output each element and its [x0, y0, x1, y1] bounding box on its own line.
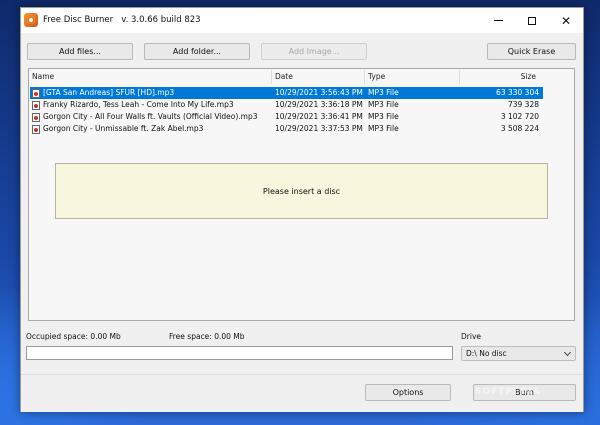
file-name: Franky Rizardo, Tess Leah - Come Into My…: [43, 100, 234, 109]
insert-disc-notice: Please insert a disc: [55, 163, 548, 219]
space-usage-bar: [26, 346, 453, 360]
free-space-label: Free space: 0.00 Mb: [169, 332, 245, 341]
mp3-file-icon: [32, 113, 40, 122]
close-button[interactable]: ✕: [549, 8, 583, 33]
column-header-type[interactable]: Type: [365, 69, 457, 85]
file-row[interactable]: Gorgon City - All Four Walls ft. Vaults …: [30, 111, 543, 123]
minimize-button[interactable]: [481, 8, 515, 33]
drive-select-value: D:\ No disc: [466, 349, 507, 358]
file-size: 3 508 224: [500, 124, 539, 133]
app-name: Free Disc Burner: [43, 15, 114, 25]
disc-burner-app-icon: [24, 13, 38, 27]
app-version: v. 3.0.66 build 823: [121, 15, 201, 25]
app-window: Free Disc Burner v. 3.0.66 build 823 ✕ A…: [20, 7, 584, 412]
column-header-size[interactable]: Size: [460, 69, 540, 85]
file-type: MP3 File: [368, 124, 399, 133]
mp3-file-icon: [32, 125, 40, 134]
mp3-file-icon: [32, 101, 40, 110]
add-folder-button[interactable]: Add folder...: [144, 43, 250, 60]
file-date: 10/29/2021 3:37:53 PM: [275, 124, 363, 133]
quick-erase-button[interactable]: Quick Erase: [487, 43, 576, 60]
column-header-name[interactable]: Name: [29, 69, 270, 85]
file-size: 63 330 304: [496, 88, 539, 97]
file-date: 10/29/2021 3:36:41 PM: [275, 112, 363, 121]
window-title: Free Disc Burner v. 3.0.66 build 823: [43, 15, 201, 25]
chevron-down-icon: [563, 348, 572, 357]
file-date: 10/29/2021 3:36:18 PM: [275, 100, 363, 109]
file-name: Gorgon City - Unmissable ft. Zak Abel.mp…: [43, 124, 204, 133]
file-row[interactable]: Franky Rizardo, Tess Leah - Come Into My…: [30, 99, 543, 111]
drive-select[interactable]: D:\ No disc: [461, 346, 576, 361]
mp3-file-icon: [32, 89, 40, 98]
file-type: MP3 File: [368, 88, 399, 97]
file-size: 739 328: [507, 100, 539, 109]
file-size: 3 102 720: [500, 112, 539, 121]
drive-label: Drive: [461, 332, 481, 341]
options-button[interactable]: Options: [365, 384, 451, 401]
column-header-date[interactable]: Date: [272, 69, 364, 85]
file-type: MP3 File: [368, 100, 399, 109]
file-list[interactable]: Name Date Type Size [GTA San Andreas] SF…: [28, 68, 575, 321]
close-icon: ✕: [560, 13, 572, 28]
watermark: SOFTPEDIA: [475, 387, 541, 397]
maximize-button[interactable]: [515, 8, 549, 33]
title-bar[interactable]: Free Disc Burner v. 3.0.66 build 823 ✕: [21, 8, 583, 33]
add-image-button[interactable]: Add Image...: [261, 43, 367, 60]
file-name: [GTA San Andreas] SFUR [HD].mp3: [43, 88, 175, 97]
add-files-button[interactable]: Add files...: [27, 43, 133, 60]
file-row[interactable]: [GTA San Andreas] SFUR [HD].mp3 10/29/20…: [30, 87, 543, 99]
file-type: MP3 File: [368, 112, 399, 121]
file-date: 10/29/2021 3:56:43 PM: [275, 88, 363, 97]
file-name: Gorgon City - All Four Walls ft. Vaults …: [43, 112, 258, 121]
file-row[interactable]: Gorgon City - Unmissable ft. Zak Abel.mp…: [30, 123, 543, 135]
minimize-icon: [493, 20, 503, 21]
maximize-icon: [528, 16, 536, 25]
occupied-space-label: Occupied space: 0.00 Mb: [26, 332, 121, 341]
